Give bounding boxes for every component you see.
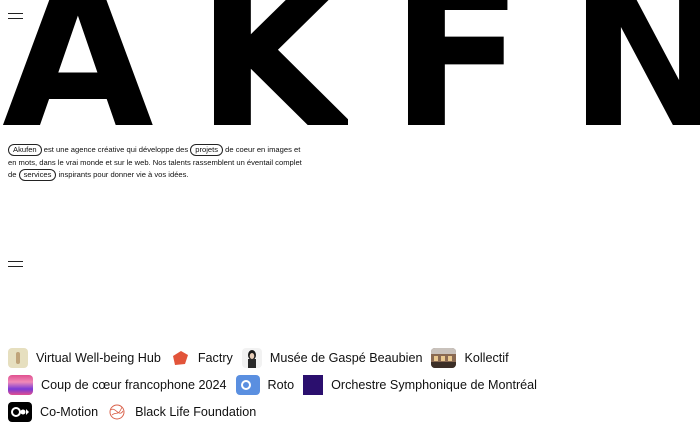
project-name: Co-Motion: [40, 405, 99, 419]
projects-toggle-icon[interactable]: [8, 261, 23, 268]
roto-thumbnail-icon: [235, 375, 260, 395]
co-motion-thumbnail-icon: [8, 402, 32, 422]
projects-list: Virtual Well-being Hub Factry Musée de G…: [8, 348, 688, 429]
project-name: Orchestre Symphonique de Montréal: [331, 378, 537, 392]
project-name: Coup de cœur francophone 2024: [41, 378, 227, 392]
project-co-motion[interactable]: Co-Motion: [8, 402, 98, 422]
project-name: Roto: [267, 378, 295, 392]
wellbeing-thumbnail-icon: [8, 348, 28, 368]
project-roto[interactable]: Roto: [235, 375, 295, 395]
project-factry[interactable]: Factry: [170, 348, 233, 368]
coup-de-coeur-thumbnail-icon: [8, 375, 33, 395]
intro-paragraph: Akufen est une agence créative qui dével…: [8, 144, 308, 182]
akufen-link[interactable]: Akufen: [8, 144, 42, 156]
black-life-thumbnail-icon: [107, 402, 127, 422]
intro-text-3: inspirants pour donner vie à vos idées.: [56, 170, 189, 179]
musee-thumbnail-icon: [241, 348, 262, 368]
logo-letter-n: N: [568, 0, 700, 132]
project-black-life-foundation[interactable]: Black Life Foundation: [107, 402, 256, 422]
project-name: Musée de Gaspé Beaubien: [269, 351, 423, 365]
services-link[interactable]: services: [18, 169, 57, 181]
intro-text-1: est une agence créative qui développe de…: [41, 145, 191, 154]
logo-letter-k: K: [196, 0, 348, 132]
osm-thumbnail-icon: [303, 375, 324, 395]
kollectif-thumbnail-icon: [431, 348, 457, 368]
projets-link[interactable]: projets: [190, 144, 224, 156]
project-kollectif[interactable]: Kollectif: [431, 348, 509, 368]
project-coup-de-coeur-francophone-2024[interactable]: Coup de cœur francophone 2024: [8, 375, 227, 395]
factry-thumbnail-icon: [170, 348, 190, 368]
project-virtual-well-being-hub[interactable]: Virtual Well-being Hub: [8, 348, 161, 368]
logo-letter-a: A: [2, 0, 154, 132]
project-name: Factry: [197, 351, 233, 365]
project-orchestre-symphonique-de-montreal[interactable]: Orchestre Symphonique de Montréal: [303, 375, 537, 395]
project-name: Virtual Well-being Hub: [36, 351, 161, 365]
logo-letter-f: F: [390, 0, 524, 132]
project-name: Kollectif: [464, 351, 509, 365]
project-musee-de-gaspe-beaubien[interactable]: Musée de Gaspé Beaubien: [241, 348, 423, 368]
project-name: Black Life Foundation: [135, 405, 257, 419]
